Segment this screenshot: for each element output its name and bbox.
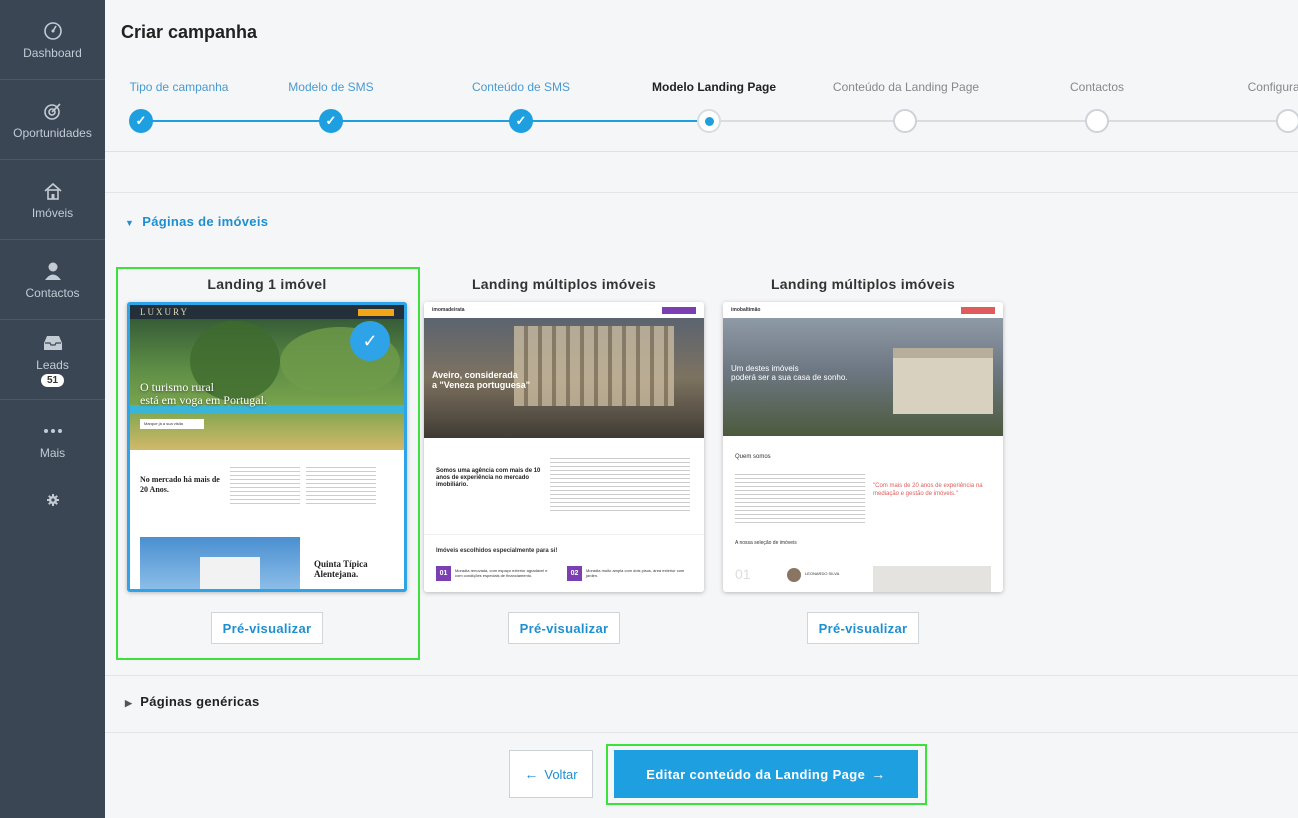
section-toggle-generic-pages[interactable]: ▶ Páginas genéricas [125,694,260,709]
step-pending-circle-icon[interactable] [1276,109,1298,133]
caret-down-icon: ▼ [125,218,135,228]
stepper-remaining-line [709,120,1298,122]
arrow-left-icon: ← [524,766,539,782]
sidebar-item-label: Dashboard [23,45,82,60]
template-thumbnail[interactable]: imomadeirata Aveiro, considerada a "Vene… [424,302,704,592]
sidebar-item-mais[interactable]: Mais [0,400,105,480]
campaign-stepper: Tipo de campanha ✓ Modelo de SMS ✓ Conte… [105,80,1298,140]
sidebar-item-dashboard[interactable]: Dashboard [0,0,105,80]
thumb-hero-line2: poderá ser a sua casa de sonho. [731,373,848,382]
sidebar-item-contactos[interactable]: Contactos [0,240,105,320]
step-current-dot-icon[interactable] [697,109,721,133]
section-title: Páginas genéricas [140,694,260,709]
step-check-icon[interactable]: ✓ [319,109,343,133]
sidebar-item-oportunidades[interactable]: Oportunidades [0,80,105,160]
inbox-icon [43,332,63,354]
step-label-contactos[interactable]: Contactos [1070,80,1124,94]
back-button[interactable]: ← Voltar [509,750,593,798]
house-icon [43,180,63,202]
sidebar: Dashboard Oportunidades Imóveis Contacto… [0,0,105,818]
thumb-hero-line1: Um destes imóveis [731,364,799,373]
template-card-landing-multiplos-2[interactable]: Landing múltiplos imóveis imobaltimão Um… [713,266,1013,644]
sidebar-item-imoveis[interactable]: Imóveis [0,160,105,240]
sidebar-item-label: Mais [39,446,66,460]
target-icon [43,100,63,122]
thumb-list-title: A nossa seleção de imóveis [735,540,797,546]
person-icon [44,260,62,282]
back-button-label: Voltar [544,766,578,782]
thumb-brand: imobaltimão [731,307,761,313]
leads-count-badge: 51 [40,374,65,387]
thumb-item2-text: Moradia muito ampla com dois pisos, área… [586,568,685,578]
preview-button[interactable]: Pré-visualizar [807,612,919,644]
step-label-tipo-campanha[interactable]: Tipo de campanha [130,80,229,94]
page-header: Criar campanha Tipo de campanha ✓ Modelo… [105,0,1298,152]
sidebar-item-label: Contactos [25,285,80,300]
step-pending-circle-icon[interactable] [893,109,917,133]
template-thumbnail[interactable]: imobaltimão Um destes imóveis poderá ser… [723,302,1003,592]
speedometer-icon [43,20,63,42]
button-highlight-outline [606,744,927,805]
step-label-modelo-landing[interactable]: Modelo Landing Page [652,80,776,94]
thumb-item2-num: 02 [567,566,582,581]
step-label-configuracoes[interactable]: Configuraçõ [1248,80,1298,94]
thumb-section-head: Somos uma agência com mais de 10 anos de… [436,468,541,488]
sidebar-item-label: Leads [36,358,69,372]
thumb-item1-num: 01 [436,566,451,581]
spacer-band [105,153,1298,193]
main-content: Criar campanha Tipo de campanha ✓ Modelo… [105,0,1298,818]
section-generic-pages: ▶ Páginas genéricas [105,677,1298,733]
selection-highlight-outline [116,267,420,660]
thumb-quote: "Com mais de 20 anos de experiência na m… [873,483,983,497]
page-title: Criar campanha [121,22,258,42]
thumb-item1-num: 01 [735,566,751,582]
template-card-landing-multiplos-1[interactable]: Landing múltiplos imóveis imomadeirata A… [414,266,714,644]
section-toggle-property-pages[interactable]: ▼ Páginas de imóveis [125,214,268,229]
sidebar-item-label: Oportunidades [13,125,92,140]
more-dots-icon [43,420,63,442]
thumb-agent: LEONARDO SILVA [805,571,840,576]
stepper-progress-line [141,120,709,122]
sidebar-item-leads[interactable]: Leads 51 [0,320,105,400]
section-title: Páginas de imóveis [142,214,269,229]
thumb-brand: imomadeirata [432,307,465,313]
thumb-list-title: Imóveis escolhidos especialmente para si… [436,548,558,554]
step-check-icon[interactable]: ✓ [129,109,153,133]
sidebar-item-label: Imóveis [31,205,74,220]
step-pending-circle-icon[interactable] [1085,109,1109,133]
thumb-hero-line2: a "Veneza portuguesa" [432,380,531,390]
step-label-modelo-sms[interactable]: Modelo de SMS [288,80,373,94]
thumb-item1-text: Moradia renovada, com espaço exterior ag… [455,568,548,578]
step-label-conteudo-sms[interactable]: Conteúdo de SMS [472,80,570,94]
step-label-conteudo-landing[interactable]: Conteúdo da Landing Page [833,80,979,94]
template-card-title: Landing múltiplos imóveis [471,276,657,292]
caret-right-icon: ▶ [125,698,133,708]
gear-icon[interactable] [0,480,105,520]
preview-button[interactable]: Pré-visualizar [508,612,620,644]
template-card-title: Landing múltiplos imóveis [770,276,956,292]
thumb-section-head: Quem somos [735,454,771,460]
thumb-hero-line1: Aveiro, considerada [432,370,518,380]
step-check-icon[interactable]: ✓ [509,109,533,133]
